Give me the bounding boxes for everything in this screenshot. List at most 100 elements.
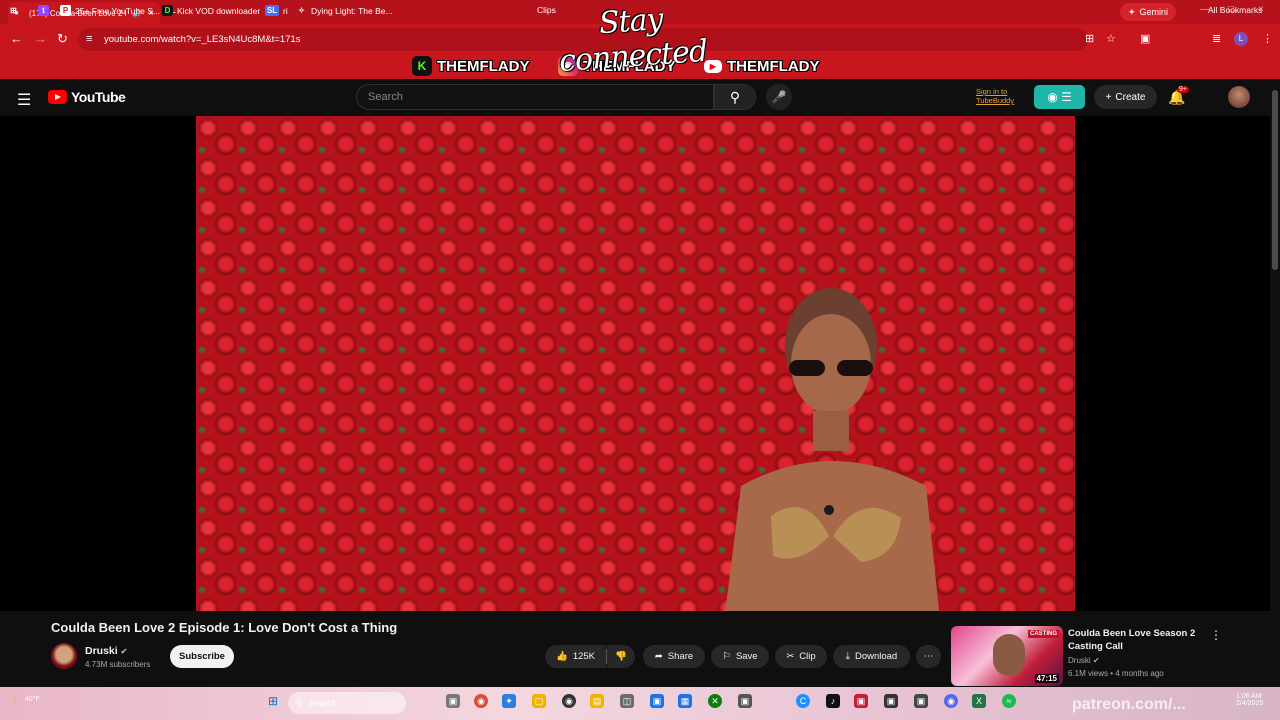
install-app-icon[interactable]: ⊞ bbox=[1085, 32, 1094, 45]
app-icon[interactable]: ▣ bbox=[650, 694, 664, 708]
forward-icon[interactable]: → bbox=[34, 31, 47, 46]
reload-icon[interactable]: ↻ bbox=[57, 31, 68, 47]
bookmark-label: Dying Light: The Be... bbox=[311, 5, 393, 16]
subscribe-button[interactable]: Subscribe bbox=[170, 645, 234, 668]
thumbnail-face bbox=[993, 634, 1025, 676]
youtube-play-icon bbox=[48, 90, 67, 104]
clock-date: 2/4/2025 bbox=[1236, 700, 1264, 707]
youtube-logo[interactable]: YouTube bbox=[48, 89, 126, 105]
app-icon[interactable]: ◫ bbox=[620, 694, 634, 708]
download-button[interactable]: ⤓ Download bbox=[833, 645, 910, 668]
task-view-icon[interactable]: ▣ bbox=[446, 694, 460, 708]
bookmark-item[interactable]: ✧ Dying Light: The Be... bbox=[296, 5, 393, 16]
video-player[interactable] bbox=[196, 116, 1075, 611]
recommended-meta: 6.1M views • 4 months ago bbox=[1068, 669, 1164, 678]
clock-time: 1:06 AM bbox=[1236, 693, 1262, 700]
channel-name[interactable]: Druski ✔ bbox=[85, 645, 127, 657]
video-title: Coulda Been Love 2 Episode 1: Love Don't… bbox=[51, 620, 398, 635]
app-icon[interactable]: ✦ bbox=[502, 694, 516, 708]
excel-icon[interactable]: X bbox=[972, 694, 986, 708]
account-avatar[interactable] bbox=[1228, 86, 1250, 108]
site-info-icon[interactable]: ≡ bbox=[86, 33, 92, 45]
like-count: 125K bbox=[572, 651, 596, 662]
more-actions-button[interactable]: ⋯ bbox=[916, 645, 941, 668]
back-icon[interactable]: ← bbox=[10, 31, 23, 46]
recommended-thumbnail[interactable]: CASTING 47:15 bbox=[951, 626, 1063, 686]
create-button[interactable]: + Create bbox=[1094, 85, 1157, 109]
apps-grid-icon[interactable]: ⊞ bbox=[8, 5, 19, 16]
gemini-button[interactable]: ✦ Gemini bbox=[1120, 3, 1177, 21]
dislike-button[interactable]: 👎 bbox=[607, 645, 635, 668]
stream-overlay-title: Stay connected bbox=[558, 1, 709, 80]
channel-avatar[interactable] bbox=[51, 643, 77, 669]
brand-overlay-youtube: ▶ THEMFLADY bbox=[704, 55, 820, 77]
app-icon[interactable]: ▣ bbox=[854, 694, 868, 708]
plus-icon: + bbox=[1105, 91, 1112, 103]
bookmark-icon: ⚐ bbox=[722, 651, 731, 662]
clock[interactable]: 1:06 AM 2/4/2025 bbox=[1236, 693, 1263, 707]
youtube-logo-text: YouTube bbox=[71, 89, 126, 105]
save-label: Save bbox=[735, 651, 758, 662]
folder-icon[interactable]: ▤ bbox=[590, 694, 604, 708]
ccleaner-icon[interactable]: C bbox=[796, 694, 810, 708]
share-arrow-icon: ➦ bbox=[654, 651, 663, 662]
sl-icon: SL bbox=[265, 5, 279, 16]
bookmark-item[interactable]: P 25+ Free YouTube S... bbox=[60, 5, 160, 16]
voice-search-button[interactable]: 🎤 bbox=[766, 84, 792, 110]
verified-check-icon: ✔ bbox=[1092, 656, 1100, 665]
brand-name: THEMFLADY bbox=[727, 57, 820, 75]
profile-avatar[interactable]: L bbox=[1234, 32, 1248, 46]
app-icon[interactable]: ▣ bbox=[884, 694, 898, 708]
discord-icon[interactable]: ◉ bbox=[944, 694, 958, 708]
recommended-channel[interactable]: Druski ✔ bbox=[1068, 656, 1100, 665]
bookmark-item[interactable]: D Kick VOD downloader bbox=[162, 5, 260, 16]
twitch-icon: t bbox=[38, 5, 49, 16]
menu-kebab-icon[interactable]: ⋮ bbox=[1262, 32, 1273, 45]
brand-name: THEMFLADY bbox=[437, 57, 530, 75]
share-button[interactable]: ➦ Share bbox=[643, 645, 705, 668]
spotify-icon[interactable]: ≈ bbox=[1002, 694, 1016, 708]
taskbar-search-label: Search bbox=[308, 698, 338, 708]
search-icon: ⚲ bbox=[729, 89, 741, 105]
download-icon: ⤓ bbox=[845, 651, 850, 662]
gemini-icon: ✦ bbox=[1128, 6, 1136, 17]
taskbar-search[interactable]: ⚲ Search bbox=[288, 692, 406, 714]
clip-button[interactable]: ✂ Clip bbox=[775, 645, 827, 668]
extensions-icon[interactable]: ▣ bbox=[1140, 32, 1150, 45]
search-input[interactable]: Search bbox=[356, 84, 714, 110]
like-button[interactable]: 👍 125K bbox=[545, 645, 606, 668]
file-explorer-icon[interactable]: ▢ bbox=[532, 694, 546, 708]
video-duration: 47:15 bbox=[1034, 674, 1059, 683]
reading-list-icon[interactable]: ≣ bbox=[1212, 32, 1221, 45]
search-button[interactable]: ⚲ bbox=[714, 84, 756, 110]
gemini-label: Gemini bbox=[1139, 7, 1169, 17]
recommended-more-icon[interactable]: ⋮ bbox=[1210, 628, 1222, 642]
app-icon[interactable]: ▣ bbox=[914, 694, 928, 708]
thumbnail-badge: CASTING bbox=[1028, 630, 1059, 638]
windows-start-icon[interactable]: ⊞ bbox=[266, 694, 280, 708]
xbox-icon[interactable]: ✕ bbox=[708, 694, 722, 708]
tubebuddy-line1: Sign in to bbox=[976, 87, 1008, 96]
app-icon[interactable]: ▦ bbox=[678, 694, 692, 708]
weather-widget[interactable]: ☾ 40°F bbox=[12, 693, 40, 706]
tubebuddy-menu-button[interactable]: ◉ ☰ bbox=[1034, 85, 1085, 109]
tubebuddy-signin[interactable]: Sign in to TubeBuddy bbox=[976, 87, 1014, 105]
recommended-title[interactable]: Coulda Been Love Season 2 Casting Call bbox=[1068, 627, 1208, 653]
menu-hamburger-icon[interactable]: ☰ bbox=[17, 90, 31, 110]
page-icon: P bbox=[60, 5, 71, 16]
chrome-icon[interactable]: ◉ bbox=[474, 694, 488, 708]
weather-moon-icon: ☾ bbox=[12, 694, 22, 706]
photos-icon[interactable]: ▣ bbox=[738, 694, 752, 708]
obs-icon[interactable]: ◉ bbox=[562, 694, 576, 708]
channel-name-text: Druski bbox=[85, 645, 118, 657]
tubebuddy-line2: TubeBuddy bbox=[976, 96, 1015, 105]
bookmark-star-icon[interactable]: ☆ bbox=[1106, 32, 1116, 45]
tiktok-icon[interactable]: ♪ bbox=[826, 694, 840, 708]
save-button[interactable]: ⚐ Save bbox=[711, 645, 769, 668]
bookmark-item[interactable]: SL ri bbox=[265, 5, 288, 16]
kick-icon: D bbox=[162, 5, 173, 16]
scrollbar-thumb[interactable] bbox=[1272, 90, 1278, 270]
bookmark-item[interactable]: t bbox=[38, 5, 49, 16]
url-text: youtube.com/watch?v=_LE3sN4Uc8M&t=171s bbox=[104, 34, 301, 45]
all-bookmarks[interactable]: All Bookmarks bbox=[1208, 5, 1262, 15]
